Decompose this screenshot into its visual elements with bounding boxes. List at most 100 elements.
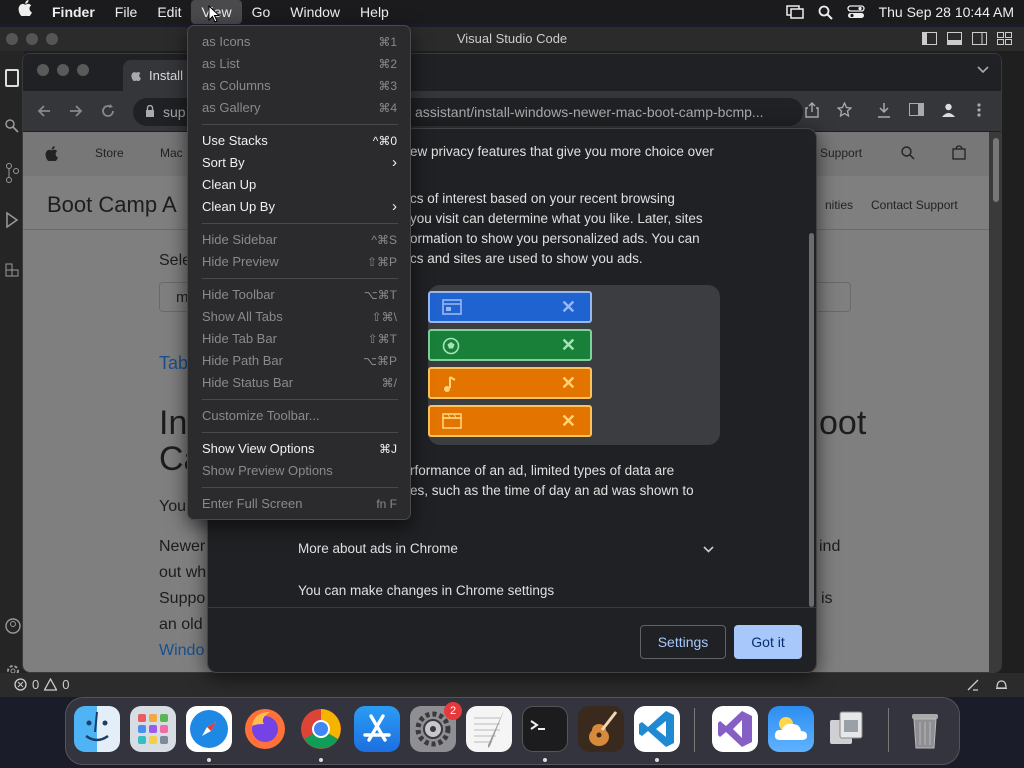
dock-launchpad-icon[interactable] xyxy=(130,706,176,752)
menu-item-as-list[interactable]: as List ⌘2 xyxy=(193,53,405,75)
explorer-icon[interactable] xyxy=(5,69,19,87)
side-panel-icon[interactable] xyxy=(909,103,924,116)
spotlight-search-icon[interactable] xyxy=(818,5,833,20)
dock-garageband-icon[interactable] xyxy=(578,706,624,752)
clock-datetime[interactable]: Thu Sep 28 10:44 AM xyxy=(879,4,1014,20)
chrome-menu-kebab-icon[interactable] xyxy=(977,103,981,117)
newspaper-icon xyxy=(442,299,462,315)
menu-edit[interactable]: Edit xyxy=(147,0,191,24)
profile-avatar-icon[interactable] xyxy=(941,102,956,117)
search-icon[interactable] xyxy=(5,119,19,133)
dock-safari-icon[interactable] xyxy=(186,706,232,752)
back-arrow-icon[interactable] xyxy=(37,104,51,118)
window-zoom-button[interactable] xyxy=(46,33,58,45)
window-minimize-button[interactable] xyxy=(26,33,38,45)
toggle-secondary-sidebar-icon[interactable] xyxy=(972,32,987,45)
windows-link[interactable]: Windo xyxy=(159,642,204,660)
bookmark-star-icon[interactable] xyxy=(837,102,852,117)
menu-item-hide-tab-bar[interactable]: Hide Tab Bar ⇧⌘T xyxy=(193,328,405,350)
tab-search-chevron-icon[interactable] xyxy=(977,66,989,74)
menu-item-hide-sidebar[interactable]: Hide Sidebar ^⌘S xyxy=(193,229,405,251)
vscode-activity-bar xyxy=(0,51,24,697)
privacy-para-line-2: you visit can determine what you like. L… xyxy=(410,211,703,226)
dock-chrome-icon[interactable] xyxy=(298,706,344,752)
subnav-contact-support-link[interactable]: Contact Support xyxy=(871,198,958,212)
extensions-icon[interactable] xyxy=(5,259,19,277)
menu-item-hide-toolbar[interactable]: Hide Toolbar ⌥⌘T xyxy=(193,284,405,306)
menu-file[interactable]: File xyxy=(105,0,148,24)
nav-mac-link[interactable]: Mac xyxy=(160,146,183,160)
menu-item-show-preview-options[interactable]: Show Preview Options xyxy=(193,460,405,482)
dock-cloud-app-icon[interactable] xyxy=(768,706,814,752)
chrome-zoom-button[interactable] xyxy=(77,64,89,76)
menu-item-hide-path-bar[interactable]: Hide Path Bar ⌥⌘P xyxy=(193,350,405,372)
menu-item-as-gallery[interactable]: as Gallery ⌘4 xyxy=(193,97,405,119)
app-menu-finder[interactable]: Finder xyxy=(42,0,105,24)
shopping-bag-icon[interactable] xyxy=(952,145,966,160)
feedback-icon[interactable] xyxy=(966,678,980,692)
run-debug-icon[interactable] xyxy=(5,211,19,229)
customize-layout-icon[interactable] xyxy=(997,32,1012,45)
menu-item-label: Use Stacks xyxy=(202,133,268,148)
menu-item-hide-preview[interactable]: Hide Preview ⇧⌘P xyxy=(193,251,405,273)
settings-button[interactable]: Settings xyxy=(640,625,726,659)
dock-trash-icon[interactable] xyxy=(902,706,948,752)
dock-vscode-icon[interactable] xyxy=(634,706,680,752)
menu-item-clean-up-by[interactable]: Clean Up By › xyxy=(193,196,405,218)
dock-system-settings-icon[interactable]: 2 xyxy=(410,702,462,752)
dock-finder-icon[interactable] xyxy=(74,706,120,752)
topic-chip-sports: ✕ xyxy=(428,329,592,361)
menu-item-clean-up[interactable]: Clean Up xyxy=(193,174,405,196)
forward-arrow-icon[interactable] xyxy=(69,104,83,118)
menu-item-shortcut: ⇧⌘T xyxy=(367,332,397,346)
chrome-close-button[interactable] xyxy=(37,64,49,76)
source-control-icon[interactable] xyxy=(5,163,19,183)
menu-item-show-all-tabs[interactable]: Show All Tabs ⇧⌘\ xyxy=(193,306,405,328)
menu-item-label: Show Preview Options xyxy=(202,463,333,478)
nav-support-link[interactable]: Support xyxy=(820,146,862,160)
account-icon[interactable] xyxy=(5,618,21,634)
privacy-intro-text: ew privacy features that give you more c… xyxy=(410,144,714,159)
menu-item-use-stacks[interactable]: Use Stacks ^⌘0 xyxy=(193,130,405,152)
dock-migration-assistant-icon[interactable] xyxy=(824,706,870,752)
apple-logo-icon[interactable] xyxy=(45,146,58,161)
dock-visual-studio-icon[interactable] xyxy=(712,706,758,752)
menu-item-customize-toolbar[interactable]: Customize Toolbar... xyxy=(193,405,405,427)
window-close-button[interactable] xyxy=(6,33,18,45)
menu-item-as-icons[interactable]: as Icons ⌘1 xyxy=(193,31,405,53)
tab-link[interactable]: Tab xyxy=(159,353,188,374)
page-heading-end: oot xyxy=(819,404,867,442)
menu-item-shortcut: ⇧⌘P xyxy=(366,255,397,269)
popup-scrollbar-thumb[interactable] xyxy=(809,233,814,607)
download-icon[interactable] xyxy=(877,102,891,118)
subnav-communities-link[interactable]: nities xyxy=(825,198,853,212)
menu-window[interactable]: Window xyxy=(280,0,350,24)
menu-item-hide-status-bar[interactable]: Hide Status Bar ⌘/ xyxy=(193,372,405,394)
reload-icon[interactable] xyxy=(101,104,115,118)
nav-store-link[interactable]: Store xyxy=(95,146,124,160)
more-about-ads-expander[interactable]: More about ads in Chrome xyxy=(298,537,718,563)
toggle-sidebar-icon[interactable] xyxy=(922,32,937,45)
menu-item-sort-by[interactable]: Sort By › xyxy=(193,152,405,174)
toggle-panel-icon[interactable] xyxy=(947,32,962,45)
dock-textedit-icon[interactable] xyxy=(466,706,512,752)
share-icon[interactable] xyxy=(805,102,819,118)
problems-indicator[interactable]: 0 0 xyxy=(14,677,69,692)
apple-search-icon[interactable] xyxy=(901,146,915,160)
apple-menu-icon[interactable] xyxy=(0,0,42,24)
dock-firefox-icon[interactable] xyxy=(242,706,288,752)
dock-app-store-icon[interactable] xyxy=(354,706,400,752)
notifications-bell-icon[interactable] xyxy=(995,678,1008,692)
screen-mirroring-icon[interactable] xyxy=(785,5,804,19)
menu-go[interactable]: Go xyxy=(242,0,281,24)
chrome-minimize-button[interactable] xyxy=(57,64,69,76)
got-it-button[interactable]: Got it xyxy=(734,625,802,659)
page-scrollbar-thumb[interactable] xyxy=(993,138,999,202)
menu-help[interactable]: Help xyxy=(350,0,399,24)
menu-item-enter-full-screen[interactable]: Enter Full Screen fn F xyxy=(193,493,405,515)
menu-item-as-columns[interactable]: as Columns ⌘3 xyxy=(193,75,405,97)
page-scrollbar[interactable] xyxy=(989,132,1001,672)
dock-terminal-icon[interactable] xyxy=(522,706,568,752)
menu-item-show-view-options[interactable]: Show View Options ⌘J xyxy=(193,438,405,460)
control-center-icon[interactable] xyxy=(846,5,865,19)
